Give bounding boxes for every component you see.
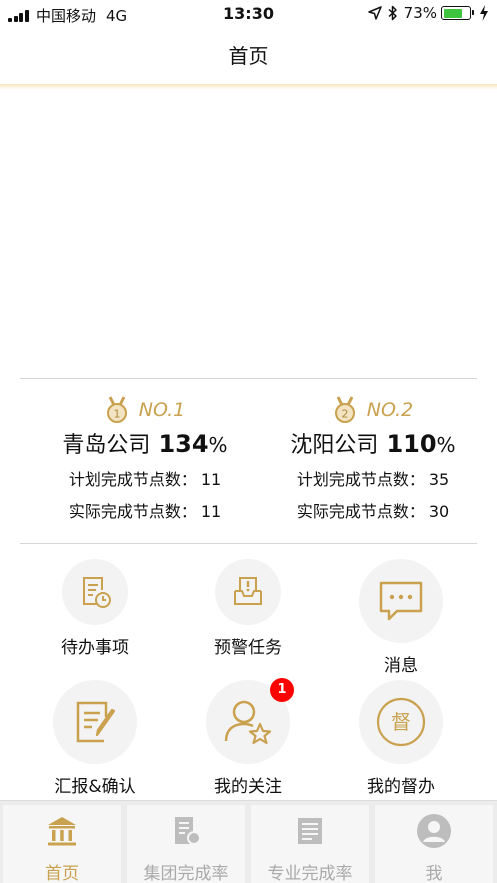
actual-label: 实际完成节点数：	[68, 502, 197, 521]
warning-tray-icon	[234, 577, 262, 605]
tab-professional-rate[interactable]: 专业完成率	[251, 805, 369, 883]
rank-company-line: 青岛公司 134%	[30, 429, 260, 459]
rank-percent-sign: %	[436, 433, 456, 457]
tab-me[interactable]: 我	[375, 805, 493, 883]
medal-number: 1	[113, 408, 120, 421]
rank-header: 2 NO.2	[258, 395, 488, 425]
grid-label-follow: 我的关注	[214, 777, 282, 797]
page-title: 首页	[228, 44, 269, 68]
seal-character: 督	[391, 710, 411, 734]
battery-percent: 73%	[403, 4, 437, 22]
group-certificate-icon	[175, 817, 201, 845]
tab-label-me: 我	[425, 864, 443, 883]
tab-group-rate[interactable]: 集团完成率	[127, 805, 245, 883]
banner-area[interactable]	[0, 90, 497, 378]
rank-actual-line: 实际完成节点数： 30	[258, 501, 488, 523]
status-right: 73%	[367, 4, 489, 22]
supervise-seal-icon: 督	[376, 697, 426, 747]
bank-building-icon	[48, 817, 76, 846]
medal-icon: 1	[106, 396, 127, 423]
rank-card-first[interactable]: 1 NO.1 青岛公司 134% 计划完成节点数： 11 实际完成节点数： 11	[30, 395, 260, 523]
rank-number-label: NO.2	[366, 399, 414, 421]
grid-label-todo: 待办事项	[61, 638, 129, 658]
rank-company-line: 沈阳公司 110%	[258, 429, 488, 459]
nav-bar: 首页	[0, 28, 497, 86]
rank-number-label: NO.1	[138, 399, 186, 421]
actual-value: 11	[200, 502, 222, 521]
grid-label-warning: 预警任务	[214, 638, 282, 658]
planned-label: 计划完成节点数：	[296, 470, 425, 489]
grid-icon-circle	[215, 559, 281, 625]
divider-middle	[20, 543, 477, 544]
grid-item-supervise[interactable]: 督 我的督办	[326, 680, 476, 797]
report-edit-icon	[76, 701, 116, 743]
rank-company-name: 沈阳公司	[290, 433, 379, 458]
grid-icon-circle	[62, 559, 128, 625]
grid-label-message: 消息	[384, 656, 418, 676]
rank-card-second[interactable]: 2 NO.2 沈阳公司 110% 计划完成节点数： 35 实际完成节点数： 30	[258, 395, 488, 523]
rank-planned-line: 计划完成节点数： 11	[30, 469, 260, 491]
grid-icon-circle	[359, 559, 443, 643]
charging-bolt-icon	[480, 5, 488, 21]
planned-value: 35	[428, 470, 450, 489]
rank-header: 1 NO.1	[30, 395, 260, 425]
notification-badge: 1	[270, 678, 294, 702]
tab-label-home: 首页	[45, 864, 79, 883]
battery-icon	[441, 6, 474, 20]
user-star-icon	[224, 700, 272, 745]
rank-percent-value: 110	[386, 430, 437, 458]
planned-label: 计划完成节点数：	[68, 470, 197, 489]
status-bar: 中国移动 4G 13:30 73%	[0, 0, 497, 28]
medal-number: 2	[341, 408, 348, 421]
tab-home[interactable]: 首页	[3, 805, 121, 883]
professional-list-icon	[298, 818, 322, 844]
grid-item-follow[interactable]: 1 我的关注	[173, 678, 323, 797]
tab-bar: 首页 集团完成率 专业完成率 我	[0, 800, 497, 883]
actual-label: 实际完成节点数：	[296, 502, 425, 521]
tab-label-group-rate: 集团完成率	[143, 864, 229, 883]
grid-item-todo[interactable]: 待办事项	[20, 559, 170, 658]
rank-planned-line: 计划完成节点数： 35	[258, 469, 488, 491]
grid-label-supervise: 我的督办	[367, 777, 435, 797]
rank-percent-value: 134	[158, 430, 209, 458]
grid-icon-circle	[53, 680, 137, 764]
grid-item-warning[interactable]: 预警任务	[173, 559, 323, 658]
location-arrow-icon	[367, 6, 382, 20]
grid-item-message[interactable]: 消息	[326, 559, 476, 676]
grid-icon-circle: 1	[206, 678, 294, 764]
planned-value: 11	[200, 470, 222, 489]
todo-document-clock-icon	[83, 577, 111, 608]
actual-value: 30	[428, 502, 450, 521]
rank-actual-line: 实际完成节点数： 11	[30, 501, 260, 523]
grid-label-report: 汇报&确认	[54, 777, 136, 797]
message-bubble-icon	[379, 581, 423, 621]
divider-top	[20, 378, 477, 379]
rank-company-name: 青岛公司	[62, 433, 151, 458]
medal-icon: 2	[334, 396, 355, 423]
grid-icon-circle: 督	[359, 680, 443, 764]
grid-item-report[interactable]: 汇报&确认	[20, 680, 170, 797]
user-profile-icon	[417, 814, 451, 848]
tab-label-professional-rate: 专业完成率	[267, 864, 353, 883]
bluetooth-icon	[388, 5, 397, 21]
rank-percent-sign: %	[208, 433, 228, 457]
